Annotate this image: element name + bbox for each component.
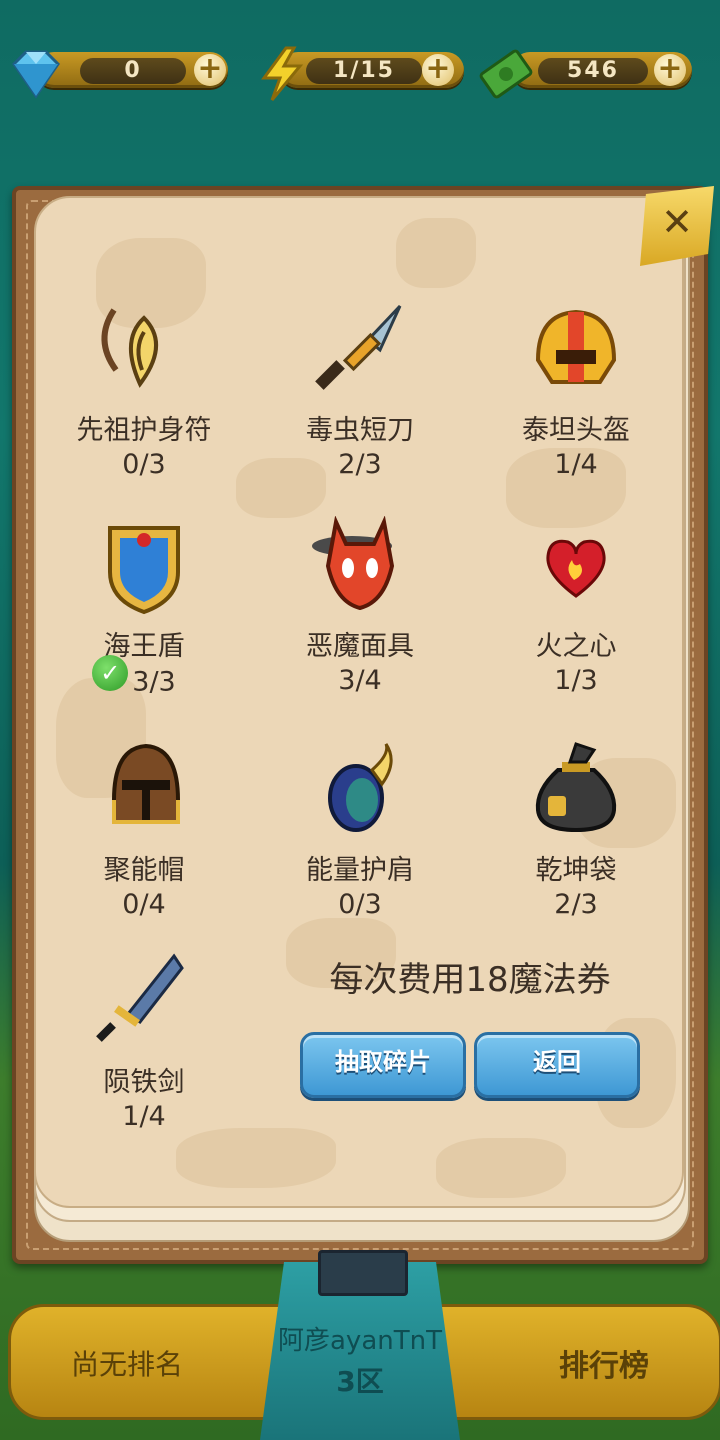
item-card[interactable]: 陨铁剑 1/4	[44, 952, 244, 1132]
item-count: 1/3	[554, 665, 598, 696]
cash-counter: 546 +	[476, 46, 696, 99]
fire-heart-icon	[546, 539, 606, 598]
item-count: 2/3	[338, 449, 382, 480]
item-name: 毒虫短刀	[306, 415, 414, 446]
item-card[interactable]: 乾坤袋 2/3	[476, 740, 676, 920]
energy-value: 1/15	[306, 58, 422, 84]
item-name: 火之心	[535, 631, 617, 662]
item-card[interactable]: 毒虫短刀 2/3	[260, 300, 460, 480]
item-name: 陨铁剑	[103, 1067, 185, 1098]
knight-helmet-icon	[112, 743, 180, 824]
avatar[interactable]	[318, 1250, 408, 1296]
cash-value: 546	[538, 58, 648, 84]
diamond-icon	[12, 50, 60, 99]
item-count: 3/3	[132, 666, 176, 698]
money-bag-icon	[535, 742, 617, 833]
close-icon: ✕	[661, 200, 693, 244]
add-cash-button[interactable]: +	[654, 54, 686, 86]
gems-value: 0	[80, 58, 186, 84]
item-card[interactable]: 火之心 1/3	[476, 516, 676, 696]
draw-cost-text: 每次费用18魔法券	[329, 960, 611, 1000]
item-name: 乾坤袋	[535, 855, 617, 886]
item-count: 0/3	[338, 889, 382, 920]
back-button[interactable]: 返回	[474, 1032, 640, 1098]
dagger-icon	[315, 304, 402, 390]
amulet-icon	[101, 308, 159, 388]
close-button[interactable]: ✕	[640, 186, 714, 266]
item-count: 3/4	[338, 665, 382, 696]
meteor-sword-icon	[96, 953, 184, 1042]
gems-counter: 0 +	[6, 46, 230, 99]
item-count: 2/3	[554, 889, 598, 920]
titan-helmet-icon	[535, 309, 617, 384]
item-count: 1/4	[122, 1101, 166, 1132]
item-name: 能量护肩	[306, 855, 414, 886]
item-name: 先祖护身符	[76, 415, 212, 446]
item-name: 聚能帽	[103, 855, 185, 886]
item-count: 0/3	[122, 449, 166, 480]
rank-status: 尚无排名	[71, 1348, 184, 1381]
draw-fragment-button[interactable]: 抽取碎片	[300, 1032, 466, 1098]
item-name: 恶魔面具	[306, 631, 414, 662]
player-name: 阿彦ayanTnT	[278, 1326, 442, 1356]
demon-mask-icon	[312, 515, 395, 611]
shield-icon	[108, 526, 180, 615]
item-card[interactable]: 能量护肩 0/3	[260, 740, 460, 920]
add-energy-button[interactable]: +	[422, 54, 454, 86]
shoulder-pad-icon	[328, 743, 393, 832]
item-count-complete: ✓ 3/3	[24, 655, 244, 701]
item-card[interactable]: 聚能帽 0/4	[44, 740, 244, 920]
item-card[interactable]: 海王盾 ✓ 3/3	[44, 516, 244, 701]
item-name: 泰坦头盔	[522, 415, 630, 446]
item-count: 1/4	[554, 449, 598, 480]
server-label: 3区	[336, 1365, 384, 1398]
energy-counter: 1/15 +	[254, 46, 466, 101]
item-card[interactable]: 恶魔面具 3/4	[260, 515, 460, 696]
item-card[interactable]: 泰坦头盔 1/4	[476, 300, 676, 480]
add-gems-button[interactable]: +	[194, 54, 226, 86]
leaderboard-button[interactable]: 排行榜	[559, 1341, 649, 1385]
item-name: 海王盾	[103, 631, 185, 662]
check-icon: ✓	[92, 655, 129, 691]
lightning-icon	[261, 46, 304, 101]
cash-icon	[479, 49, 533, 99]
item-card[interactable]: 先祖护身符 0/3	[44, 300, 244, 480]
item-count: 0/4	[122, 889, 166, 920]
